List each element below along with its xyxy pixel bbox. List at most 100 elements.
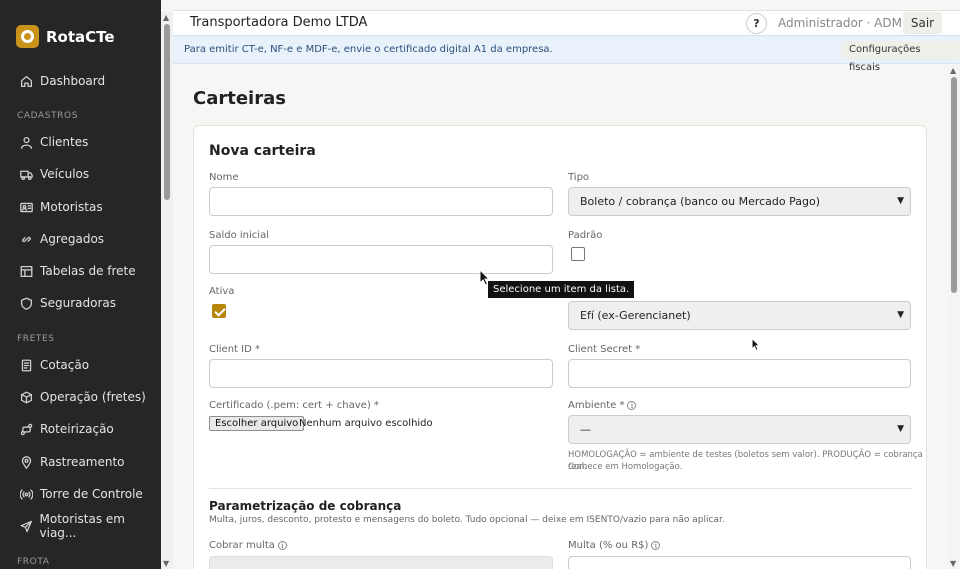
- client-secret-input[interactable]: [568, 359, 911, 388]
- send-icon: [20, 520, 32, 532]
- box-icon: [20, 391, 33, 403]
- info-icon[interactable]: i: [651, 541, 661, 550]
- file-status: Nenhum arquivo escolhido: [299, 418, 433, 429]
- sidebar-item-motoristas[interactable]: Motoristas: [20, 197, 103, 217]
- sidebar-item-seguradoras[interactable]: Seguradoras: [20, 293, 116, 313]
- cobrar-multa-label-text: Cobrar multa: [209, 540, 275, 551]
- sidebar-item-tabelas-frete[interactable]: Tabelas de frete: [20, 261, 136, 281]
- ambiente-label-text: Ambiente *: [568, 400, 625, 411]
- company-name: Transportadora Demo LTDA: [190, 15, 368, 30]
- mouse-cursor-icon: [479, 269, 491, 286]
- section-description: Multa, juros, desconto, protesto e mensa…: [209, 515, 725, 525]
- nome-input[interactable]: [209, 187, 553, 216]
- ambiente-select-value: —: [580, 423, 591, 436]
- sidebar-item-label: Cotação: [40, 358, 90, 372]
- multa-input[interactable]: [568, 556, 911, 569]
- tipo-label: Tipo: [568, 172, 590, 183]
- sidebar-item-veiculos[interactable]: Veículos: [20, 164, 89, 184]
- mouse-cursor-icon: [751, 338, 760, 351]
- scroll-up-arrow-icon[interactable]: ▲: [950, 66, 956, 75]
- link-icon: [22, 236, 31, 242]
- sidebar-item-label: Agregados: [40, 232, 105, 246]
- client-id-input[interactable]: [209, 359, 553, 388]
- validation-tooltip: Selecione um item da lista.: [488, 281, 635, 298]
- chevron-down-icon: ▼: [897, 196, 904, 206]
- route-icon: [20, 423, 33, 435]
- tipo-select[interactable]: Boleto / cobrança (banco ou Mercado Pago…: [568, 187, 911, 216]
- padrao-label: Padrão: [568, 230, 603, 241]
- cobrar-multa-label: Cobrar multa i: [209, 540, 287, 551]
- document-icon: [21, 359, 32, 371]
- sidebar-item-rastreamento[interactable]: Rastreamento: [20, 452, 125, 472]
- sidebar-section-frota: FROTA: [17, 557, 50, 567]
- multa-label: Multa (% ou R$) i: [568, 540, 661, 551]
- banner-message: Para emitir CT-e, NF-e e MDF-e, envie o …: [184, 44, 553, 55]
- truck-icon: [20, 170, 33, 180]
- brand[interactable]: RotaCTe: [16, 25, 115, 48]
- scroll-down-arrow-icon[interactable]: ▼: [950, 559, 956, 568]
- saldo-inicial-label: Saldo inicial: [209, 230, 269, 241]
- padrao-checkbox[interactable]: [571, 247, 585, 261]
- broadcast-icon: [20, 488, 33, 500]
- cobrar-multa-select[interactable]: [209, 556, 553, 569]
- ativa-label: Ativa: [209, 286, 235, 297]
- provedor-select-value: Efí (ex-Gerencianet): [580, 309, 691, 322]
- ambiente-label: Ambiente * i: [568, 400, 637, 411]
- provedor-select[interactable]: Efí (ex-Gerencianet) ▼: [568, 301, 911, 330]
- sidebar-item-label: Clientes: [40, 135, 89, 149]
- sidebar-item-label: Veículos: [40, 167, 90, 181]
- main-scrollbar-thumb[interactable]: [951, 77, 957, 293]
- brand-logo-icon: [16, 25, 39, 48]
- sidebar-item-agregados[interactable]: Agregados: [20, 229, 104, 249]
- sidebar-item-label: Dashboard: [40, 74, 106, 88]
- client-secret-label: Client Secret *: [568, 344, 641, 355]
- table-icon: [20, 265, 33, 277]
- multa-label-text: Multa (% ou R$): [568, 540, 649, 551]
- sidebar-item-label: Operação (fretes): [40, 390, 146, 404]
- sidebar-item-label: Tabelas de frete: [40, 264, 136, 278]
- sidebar-item-label: Motoristas em viag...: [39, 512, 125, 540]
- sidebar: RotaCTe Dashboard CADASTROS Clientes Veí…: [0, 0, 161, 569]
- page-title: Carteiras: [193, 88, 286, 109]
- sidebar-item-dashboard[interactable]: Dashboard: [20, 71, 105, 91]
- sidebar-item-label: Seguradoras: [40, 296, 117, 310]
- sidebar-item-cotacao[interactable]: Cotação: [20, 355, 89, 375]
- sidebar-item-operacao[interactable]: Operação (fretes): [20, 387, 146, 407]
- sidebar-item-torre-controle[interactable]: Torre de Controle: [20, 484, 143, 504]
- choose-file-button[interactable]: Escolher arquivo: [209, 416, 305, 431]
- main-scrollbar[interactable]: ▲ ▼: [948, 65, 960, 569]
- topbar: Transportadora Demo LTDA ? Administrador…: [173, 10, 960, 35]
- scroll-down-arrow-icon[interactable]: ▼: [163, 559, 169, 568]
- certificate-banner: Para emitir CT-e, NF-e e MDF-e, envie o …: [173, 35, 960, 73]
- help-button[interactable]: ?: [746, 13, 767, 34]
- saldo-inicial-input[interactable]: [209, 245, 553, 274]
- chevron-down-icon: ▼: [897, 424, 904, 434]
- info-icon[interactable]: i: [627, 401, 637, 410]
- home-icon: [20, 75, 33, 87]
- user-icon: [20, 136, 33, 149]
- sidebar-section-fretes: FRETES: [17, 334, 55, 344]
- chevron-down-icon: ▼: [897, 310, 904, 320]
- sidebar-item-clientes[interactable]: Clientes: [20, 132, 88, 152]
- ativa-checkbox[interactable]: [212, 304, 226, 318]
- nome-label: Nome: [209, 172, 239, 183]
- section-title: Parametrização de cobrança: [209, 499, 402, 513]
- sidebar-item-label: Roteirização: [40, 422, 114, 436]
- section-divider: [209, 488, 912, 489]
- sidebar-scrollbar[interactable]: ▲ ▼: [161, 12, 173, 569]
- form-title: Nova carteira: [209, 143, 316, 159]
- sidebar-item-roteirizacao[interactable]: Roteirização: [20, 419, 114, 439]
- sidebar-item-label: Torre de Controle: [40, 487, 143, 501]
- ambiente-select[interactable]: — ▼: [568, 415, 911, 444]
- info-icon[interactable]: i: [277, 541, 287, 550]
- sidebar-item-motoristas-viagem[interactable]: Motoristas em viag...: [20, 512, 161, 540]
- map-pin-icon: [21, 455, 32, 469]
- sidebar-scrollbar-thumb[interactable]: [164, 24, 170, 200]
- certificado-label: Certificado (.pem: cert + chave) *: [209, 400, 379, 411]
- fiscal-settings-button[interactable]: Configurações fiscais: [841, 41, 960, 73]
- id-card-icon: [20, 202, 33, 212]
- shield-icon: [20, 297, 33, 310]
- scroll-up-arrow-icon[interactable]: ▲: [163, 13, 169, 22]
- sidebar-item-label: Rastreamento: [40, 455, 125, 469]
- logout-button[interactable]: Sair: [903, 12, 942, 34]
